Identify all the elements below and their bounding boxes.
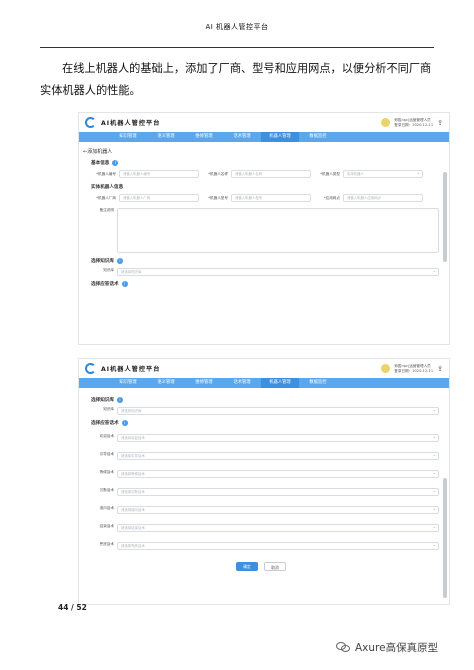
silence-script-select[interactable]: 请选择沉默话术 xyxy=(117,488,439,496)
watermark-text: Axure高保真原型 xyxy=(355,642,439,654)
info-icon: i xyxy=(121,281,128,287)
wait-script-select[interactable]: 请选择等候话术 xyxy=(117,470,439,478)
watermark: Axure高保真原型 xyxy=(336,640,438,655)
field-label: 结束话术 xyxy=(99,524,114,528)
section-label: 基本信息 xyxy=(91,161,110,166)
platform-logo-icon xyxy=(85,363,96,374)
main-nav: 知识管理 语义管理 维修管理 话术管理 机器人管理 数据监控 xyxy=(79,378,449,388)
field-label: 知识库 xyxy=(103,407,114,411)
info-icon: i xyxy=(112,160,119,166)
section-label: 实体机器人信息 xyxy=(91,185,124,190)
nav-item[interactable]: 维修管理 xyxy=(185,132,223,142)
logout-icon[interactable]: ⇪ xyxy=(437,119,443,127)
user-info: 师胜npc|运营管理人员 登录日期：2020-12-11 xyxy=(394,364,433,374)
remark-textarea[interactable] xyxy=(117,208,439,253)
nav-item[interactable]: 知识管理 xyxy=(109,378,147,388)
field-label: 欢迎话术 xyxy=(99,434,114,438)
field-label: *机器人厂商 xyxy=(96,195,116,200)
fallback-script-select[interactable]: 请选择兜底话术 xyxy=(117,542,439,550)
field-label: 引导话术 xyxy=(99,452,114,456)
section-title-entity: 实体机器人信息 xyxy=(91,184,439,190)
avatar[interactable] xyxy=(381,118,391,127)
user-info: 师胜npc|运营管理人员 登录日期：2020-12-11 xyxy=(394,118,433,128)
platform-logo-icon xyxy=(85,117,96,128)
app-header: AI机器人管控平台 师胜npc|运营管理人员 登录日期：2020-12-11 ⇪ xyxy=(79,113,449,132)
knowledge-base-select[interactable]: 请选择知识库 xyxy=(117,407,439,415)
nav-item[interactable]: 语义管理 xyxy=(147,132,185,142)
remark-label: 备注说明 xyxy=(99,208,114,212)
nav-item[interactable]: 维修管理 xyxy=(185,378,223,388)
section-title-script: 选择应答话术 i xyxy=(91,281,439,287)
info-icon: i xyxy=(116,397,123,403)
outlet-input[interactable]: 请输入机器人应用网点 xyxy=(343,194,423,202)
section-title-kb: 选择知识库 i xyxy=(91,397,439,403)
login-date: 登录日期：2020-12-11 xyxy=(394,368,434,373)
info-icon: i xyxy=(116,258,123,264)
field-label: 等候话术 xyxy=(99,470,114,474)
robot-type-select[interactable]: 实体机器人 xyxy=(343,170,423,178)
section-label: 选择知识库 xyxy=(91,259,114,264)
field-label: *应用网点 xyxy=(323,195,340,200)
section-title-script: 选择应答话术 i xyxy=(91,420,439,426)
field-label: 兜底话术 xyxy=(99,542,114,546)
field-label: *机器人编号 xyxy=(96,171,116,176)
knowledge-base-select[interactable]: 请选择知识库 xyxy=(117,268,439,276)
app-title: AI机器人管控平台 xyxy=(101,120,161,127)
section-title-basic: 基本信息 i xyxy=(91,160,439,166)
intro-paragraph: 在线上机器人的基础上，添加了厂商、型号和应用网点，以便分析不同厂商实体机器人的性… xyxy=(40,62,432,97)
robot-name-input[interactable]: 请输入机器人名称 xyxy=(231,170,311,178)
cancel-button[interactable]: 取消 xyxy=(264,562,286,571)
nav-item-robot-management[interactable]: 机器人管理 xyxy=(261,378,299,388)
field-label: *机器人名称 xyxy=(208,171,228,176)
field-label: *机器人类型 xyxy=(320,171,340,176)
nav-item[interactable]: 数据监控 xyxy=(299,378,337,388)
login-date: 登录日期：2020-12-11 xyxy=(394,122,434,127)
model-input[interactable]: 请输入机器人型号 xyxy=(231,194,311,202)
nav-item[interactable]: 数据监控 xyxy=(299,132,337,142)
nav-item-robot-management[interactable]: 机器人管理 xyxy=(261,132,299,142)
section-label: 选择知识库 xyxy=(91,398,114,403)
header-rule xyxy=(40,47,434,48)
section-label: 选择应答话术 xyxy=(91,282,119,287)
document-header: AI 机器人管控平台 xyxy=(205,23,269,31)
scrollbar[interactable] xyxy=(443,172,447,262)
vendor-input[interactable]: 请输入机器人厂商 xyxy=(119,194,199,202)
end-script-select[interactable]: 请选择结束话术 xyxy=(117,524,439,532)
scrollbar[interactable] xyxy=(443,478,447,598)
field-label: 追问话术 xyxy=(99,506,114,510)
field-label: 沉默话术 xyxy=(99,488,114,492)
app-header: AI机器人管控平台 师胜npc|运营管理人员 登录日期：2020-12-11 ⇪ xyxy=(79,359,449,378)
add-robot-screenshot-top: AI机器人管控平台 师胜npc|运营管理人员 登录日期：2020-12-11 ⇪… xyxy=(78,112,450,345)
welcome-script-select[interactable]: 请选择欢迎话术 xyxy=(117,434,439,442)
nav-item[interactable]: 话术管理 xyxy=(223,132,261,142)
confirm-button[interactable]: 确定 xyxy=(236,562,258,571)
field-label: 知识库 xyxy=(103,268,114,272)
nav-item[interactable]: 语义管理 xyxy=(147,378,185,388)
user-name: 师胜npc|运营管理人员 xyxy=(394,117,431,122)
page-number: 44 / 52 xyxy=(58,603,87,612)
avatar[interactable] xyxy=(381,364,391,373)
section-label: 选择应答话术 xyxy=(91,421,119,426)
section-title-kb: 选择知识库 i xyxy=(91,258,439,264)
user-name: 师胜npc|运营管理人员 xyxy=(394,363,431,368)
wechat-icon xyxy=(336,641,351,654)
add-robot-screenshot-bottom: AI机器人管控平台 师胜npc|运营管理人员 登录日期：2020-12-11 ⇪… xyxy=(78,358,450,605)
info-icon: i xyxy=(121,420,128,426)
nav-item[interactable]: 话术管理 xyxy=(223,378,261,388)
app-title: AI机器人管控平台 xyxy=(101,366,161,373)
field-label: *机器人型号 xyxy=(208,195,228,200)
logout-icon[interactable]: ⇪ xyxy=(437,365,443,373)
back-link[interactable]: ←添加机器人 xyxy=(83,148,439,155)
followup-script-select[interactable]: 请选择追问话术 xyxy=(117,506,439,514)
robot-id-input[interactable]: 请输入机器人编号 xyxy=(119,170,199,178)
nav-item[interactable]: 知识管理 xyxy=(109,132,147,142)
main-nav: 知识管理 语义管理 维修管理 话术管理 机器人管理 数据监控 xyxy=(79,132,449,142)
guide-script-select[interactable]: 请选择引导话术 xyxy=(117,452,439,460)
